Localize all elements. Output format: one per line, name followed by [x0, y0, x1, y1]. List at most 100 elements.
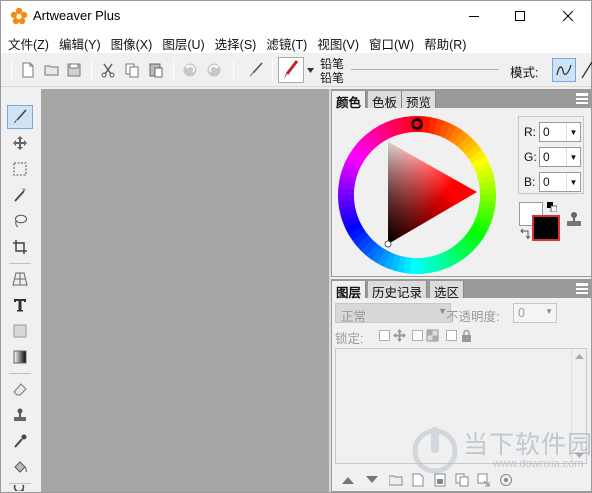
menu-filter[interactable]: 滤镜(T): [261, 31, 312, 53]
brush-settings-button[interactable]: [245, 59, 267, 81]
crop-icon: [13, 240, 27, 254]
blue-spinbox[interactable]: 0 ▼: [539, 172, 581, 192]
green-row: G: 0 ▼: [519, 147, 583, 167]
menu-window[interactable]: 窗口(W): [364, 31, 419, 53]
menu-help[interactable]: 帮助(R): [419, 31, 471, 53]
tab-layers[interactable]: 图层: [332, 281, 367, 300]
toolbar-separator: [91, 59, 92, 81]
hue-ring-segment[interactable]: [479, 188, 496, 197]
blend-mode-select[interactable]: 正常 ▼: [335, 303, 451, 324]
blue-row: B: 0 ▼: [519, 172, 583, 192]
color-wheel[interactable]: [338, 116, 496, 274]
save-button[interactable]: [63, 59, 85, 81]
new-group-button[interactable]: [388, 473, 404, 487]
clone-stamp-tool-button[interactable]: [7, 403, 33, 427]
menu-select[interactable]: 选择(S): [210, 31, 262, 53]
title-bar: Artweaver Plus: [1, 1, 591, 31]
scroll-up-icon[interactable]: [575, 352, 584, 361]
downxia-logo-icon: [412, 427, 458, 474]
crop-tool-button[interactable]: [7, 235, 33, 259]
toolbar-separator: [173, 59, 174, 81]
perspective-tool-button[interactable]: [7, 267, 33, 291]
shape-tool-button[interactable]: [7, 319, 33, 343]
minimize-icon: [469, 16, 479, 17]
maximize-icon: [515, 11, 525, 21]
menu-layer[interactable]: 图层(U): [157, 31, 209, 53]
copy-button[interactable]: [121, 59, 143, 81]
lock-pixels-checkbox[interactable]: [412, 330, 423, 341]
menu-image[interactable]: 图像(X): [106, 31, 158, 53]
undo-button[interactable]: [179, 59, 201, 81]
redo-icon: [207, 63, 221, 77]
lock-transparency-checkbox[interactable]: [379, 330, 390, 341]
green-spinbox[interactable]: 0 ▼: [539, 147, 581, 167]
panel-menu-icon[interactable]: [576, 283, 588, 294]
menu-file[interactable]: 文件(Z): [3, 31, 54, 53]
lasso-tool-button[interactable]: [7, 209, 33, 233]
brush-preset-swatch[interactable]: [278, 57, 304, 83]
tool-separator: [9, 263, 31, 264]
maximize-button[interactable]: [497, 1, 543, 31]
swap-colors-icon[interactable]: [519, 228, 531, 240]
tab-preview[interactable]: 预览: [402, 91, 437, 110]
hue-ring-segment[interactable]: [338, 193, 355, 202]
canvas-workspace[interactable]: [41, 89, 329, 492]
chevron-down-icon[interactable]: ▼: [566, 123, 580, 141]
chevron-down-icon[interactable]: ▼: [566, 173, 580, 191]
menu-bar: 文件(Z) 编辑(Y) 图像(X) 图层(U) 选择(S) 滤镜(T) 视图(V…: [1, 31, 591, 53]
menu-edit[interactable]: 编辑(Y): [54, 31, 106, 53]
brush-preset-dropdown[interactable]: [305, 57, 315, 83]
move-layer-up-button[interactable]: [340, 473, 356, 487]
hue-ring-segment[interactable]: [415, 257, 424, 274]
foreground-color-swatch[interactable]: [532, 215, 560, 241]
undo-icon: [183, 63, 197, 77]
open-file-button[interactable]: [41, 59, 63, 81]
mode-freehand-button[interactable]: [552, 58, 576, 82]
tab-history[interactable]: 历史记录: [368, 281, 428, 300]
eyedropper-tool-button[interactable]: [7, 429, 33, 453]
eraser-tool-button[interactable]: [7, 377, 33, 401]
move-tool-button[interactable]: [7, 131, 33, 155]
stamp-color-icon[interactable]: [565, 210, 583, 228]
menu-view[interactable]: 视图(V): [312, 31, 364, 53]
paint-bucket-tool-button[interactable]: [7, 455, 33, 479]
chevron-down-icon[interactable]: ▼: [566, 148, 580, 166]
close-button[interactable]: [545, 1, 591, 31]
lock-label: 锁定:: [335, 332, 364, 346]
minimize-button[interactable]: [451, 1, 497, 31]
redo-button[interactable]: [203, 59, 225, 81]
paste-button[interactable]: [145, 59, 167, 81]
move-layer-down-button[interactable]: [364, 473, 380, 487]
move-lock-icon: [393, 329, 406, 342]
tab-swatches[interactable]: 色板: [368, 91, 403, 110]
zoom-tool-button[interactable]: [7, 485, 33, 491]
color-picker-marker[interactable]: [384, 240, 392, 248]
text-tool-button[interactable]: [7, 293, 33, 317]
rectangle-shape-icon: [13, 324, 27, 338]
tab-selection[interactable]: 选区: [430, 281, 465, 300]
brush-tool-button[interactable]: [7, 105, 33, 129]
text-tool-icon: [14, 299, 26, 312]
layer-panel-tabbar: 图层 历史记录 选区: [332, 280, 591, 300]
red-spinbox[interactable]: 0 ▼: [539, 122, 581, 142]
cut-button[interactable]: [97, 59, 119, 81]
close-icon: [562, 10, 574, 22]
padlock-icon: [462, 329, 471, 342]
triangle-down-icon: [306, 67, 314, 73]
lock-all-checkbox[interactable]: [446, 330, 457, 341]
mode-line-button[interactable]: [580, 58, 592, 82]
gradient-tool-button[interactable]: [7, 345, 33, 369]
reset-colors-icon[interactable]: [547, 202, 557, 212]
tab-color[interactable]: 颜色: [332, 91, 367, 110]
opacity-spinbox[interactable]: 0 ▼: [513, 303, 557, 323]
rect-select-tool-button[interactable]: [7, 157, 33, 181]
brush-icon: [250, 62, 263, 77]
new-file-button[interactable]: [17, 59, 39, 81]
panel-menu-icon[interactable]: [576, 93, 588, 104]
brush-tool-icon: [14, 109, 27, 124]
red-row: R: 0 ▼: [519, 122, 583, 142]
watermark-url: www.downxia.com: [493, 458, 584, 470]
lasso-icon: [15, 214, 27, 228]
magic-wand-tool-button[interactable]: [7, 183, 33, 207]
flower-app-icon: [10, 7, 28, 25]
